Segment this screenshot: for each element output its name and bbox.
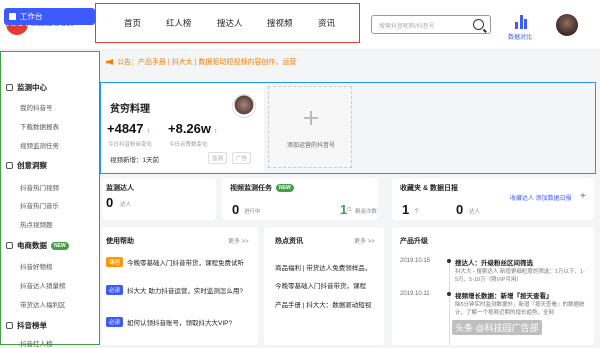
favorites-unit1: 个 [414, 209, 420, 215]
video-task-title: 视频监测任务 NEW [230, 183, 294, 193]
hot-item[interactable]: 商品福利 | 带货达人免费领样品， [275, 262, 371, 272]
search-input[interactable]: 搜索抖音昵称/抖音号 [371, 15, 491, 34]
sidebar-group-rank[interactable]: 抖音榜单 [6, 320, 47, 331]
watermark: 头条 @科技园广告部 [452, 320, 542, 335]
upgrade-date: 2019.10.11 [400, 291, 430, 297]
likes-change: +8.26w ↑ [168, 121, 218, 136]
monitor-button[interactable]: 监测 [208, 152, 228, 164]
nav-item-news[interactable]: 资讯 [318, 17, 335, 29]
favorites-unit2: 达人 [469, 209, 481, 215]
user-avatar[interactable] [556, 14, 578, 36]
nav-item-search-video[interactable]: 搜视频 [267, 17, 293, 29]
help-more-link[interactable]: 更多 >> [228, 236, 249, 245]
hot-list: 商品福利 | 带货达人免费领样品， 今晚零基础入门抖音带货，课程 产品手册 | … [264, 257, 384, 345]
add-account-label: 添加运营的抖音号 [286, 143, 335, 149]
compare-label[interactable]: 数据对比 [508, 32, 532, 41]
account-card[interactable]: 贫穷料理 +4847 ↑ 今日抖音粉丝变化 +8.26w ↑ 今日点赞数变化 视频新… [102, 84, 264, 172]
sidebar-item-talent-rank[interactable]: 抖音红人榜 [20, 338, 53, 348]
search-placeholder: 搜索抖音昵称/抖音号 [379, 24, 435, 30]
bar-chart-icon[interactable] [515, 15, 527, 29]
sidebar-item-welfare[interactable]: 带货达人福利区 [20, 299, 66, 309]
sidebar-item-video-task[interactable]: 视频监测任务 [20, 140, 59, 150]
sidebar-item-sales-rank[interactable]: 抖音达人销量榜 [20, 280, 66, 290]
sidebar-item-goods-rank[interactable]: 抖音好物榜 [20, 261, 53, 271]
video-task-ratio-total: /1 [347, 207, 352, 213]
account-avatar [232, 94, 256, 118]
new-badge: NEW [51, 242, 69, 250]
monitor-talent-unit: 达人 [120, 202, 132, 208]
monitor-icon [6, 84, 13, 91]
help-item[interactable]: 必读 抖大大 助力抖音运营，实时监测怎么用? [106, 285, 243, 295]
likes-change-label: 今日点赞数变化 [169, 142, 208, 148]
video-change: 视频新增：1天前 [110, 157, 160, 164]
upgrade-entry-title[interactable]: 视频增长数据：新增『按天查看』 [455, 290, 553, 300]
add-account-card[interactable]: 添加运营的抖音号 [268, 86, 352, 168]
sidebar-item-hot-video[interactable]: 抖音热门视频 [20, 182, 59, 192]
notice-bar[interactable]: 公告：产品手册 | 抖大大 | 数据驱动短视频内容创作，运营 [106, 57, 596, 71]
account-name: 贫穷料理 [110, 104, 150, 115]
hot-more-link[interactable]: 更多 >> [354, 236, 375, 245]
upgrade-title: 产品升级 [400, 238, 428, 245]
fans-change: +4847 ↑ [107, 121, 151, 136]
hot-item[interactable]: 产品手册 | 抖大大：数据驱动短视 [275, 299, 371, 309]
monitor-talent-title: 监测达人 [106, 185, 134, 192]
sidebar-item-hot-music[interactable]: 抖音热门音乐 [20, 200, 59, 210]
bulb-icon [6, 162, 13, 169]
cart-icon [6, 242, 13, 249]
sidebar-item-my-account[interactable]: 我的抖音号 [20, 102, 53, 112]
favorites-value2: 0 [456, 202, 464, 217]
timeline-dot [447, 292, 451, 296]
hot-item[interactable]: 今晚零基础入门抖音带货，课程 [275, 280, 366, 290]
sidebar-group-monitor[interactable]: 监测中心 [6, 82, 47, 93]
favorites-title: 收藏夹 & 数据日报 [400, 185, 458, 192]
fans-change-label: 今日抖音粉丝变化 [108, 142, 153, 148]
sidebar-item-download-report[interactable]: 下载数据报表 [20, 121, 59, 131]
sidebar-group-ecommerce[interactable]: 电商数据 NEW [6, 240, 69, 251]
nav-item-search-talent[interactable]: 搜达人 [217, 17, 243, 29]
favorites-card[interactable]: 收藏夹 & 数据日报 收藏达人 添加数据日报 + 1 个 0 达人 [392, 178, 594, 220]
help-title: 使用帮助 [106, 238, 134, 245]
sidebar-item-hot-topic[interactable]: 热点视频题 [20, 219, 53, 229]
nav-item-ranking[interactable]: 红人榜 [166, 17, 192, 29]
add-icon[interactable]: + [580, 191, 586, 202]
sidebar-item-workbench[interactable]: 工作台 [4, 8, 95, 25]
monitor-talent-value: 0 [106, 195, 114, 210]
megaphone-icon [106, 59, 113, 65]
hot-title: 热点资讯 [275, 238, 303, 245]
upgrade-entry-desc: 除5分钟实时监测数据外，新增『按天查看』的数据统计，了解一个视频近期的增长趋势，… [455, 302, 585, 316]
monitor-talent-card[interactable]: 监测达人 0 达人 [102, 178, 216, 220]
favorites-link[interactable]: 收藏达人 添加数据日报 [510, 193, 572, 202]
ad-button[interactable]: 广告 [232, 152, 252, 164]
list-icon [6, 322, 13, 329]
help-item[interactable]: 课程 今晚零基础入门抖音带货，课程免费试听 [106, 257, 244, 267]
video-task-card[interactable]: 视频监测任务 NEW 0 进行中 1 /1 剩余次数 [222, 178, 378, 220]
upgrade-entry-desc: 抖大大 - 搜索达人 新增更细粒度的筛选：1万以下、1-5万、5-10万（限VI… [455, 269, 585, 283]
help-item[interactable]: 必读 如何认领抖音账号，领取抖大大VIP? [106, 317, 232, 327]
search-icon[interactable] [473, 19, 484, 30]
timeline-dot [447, 259, 451, 263]
favorites-value1: 1 [402, 202, 410, 217]
upgrade-date: 2019.10.15 [400, 258, 431, 264]
timeline-line [448, 258, 450, 345]
upgrade-entry-title[interactable]: 搜达人：升级粉丝区间筛选 [455, 257, 533, 267]
video-task-remain: 剩余次数 [355, 209, 378, 215]
sidebar-group-insight[interactable]: 创意洞察 [6, 160, 47, 171]
video-task-value: 0 [232, 202, 240, 217]
nav-item-home[interactable]: 首页 [124, 17, 141, 29]
video-task-unit: 进行中 [244, 209, 261, 215]
